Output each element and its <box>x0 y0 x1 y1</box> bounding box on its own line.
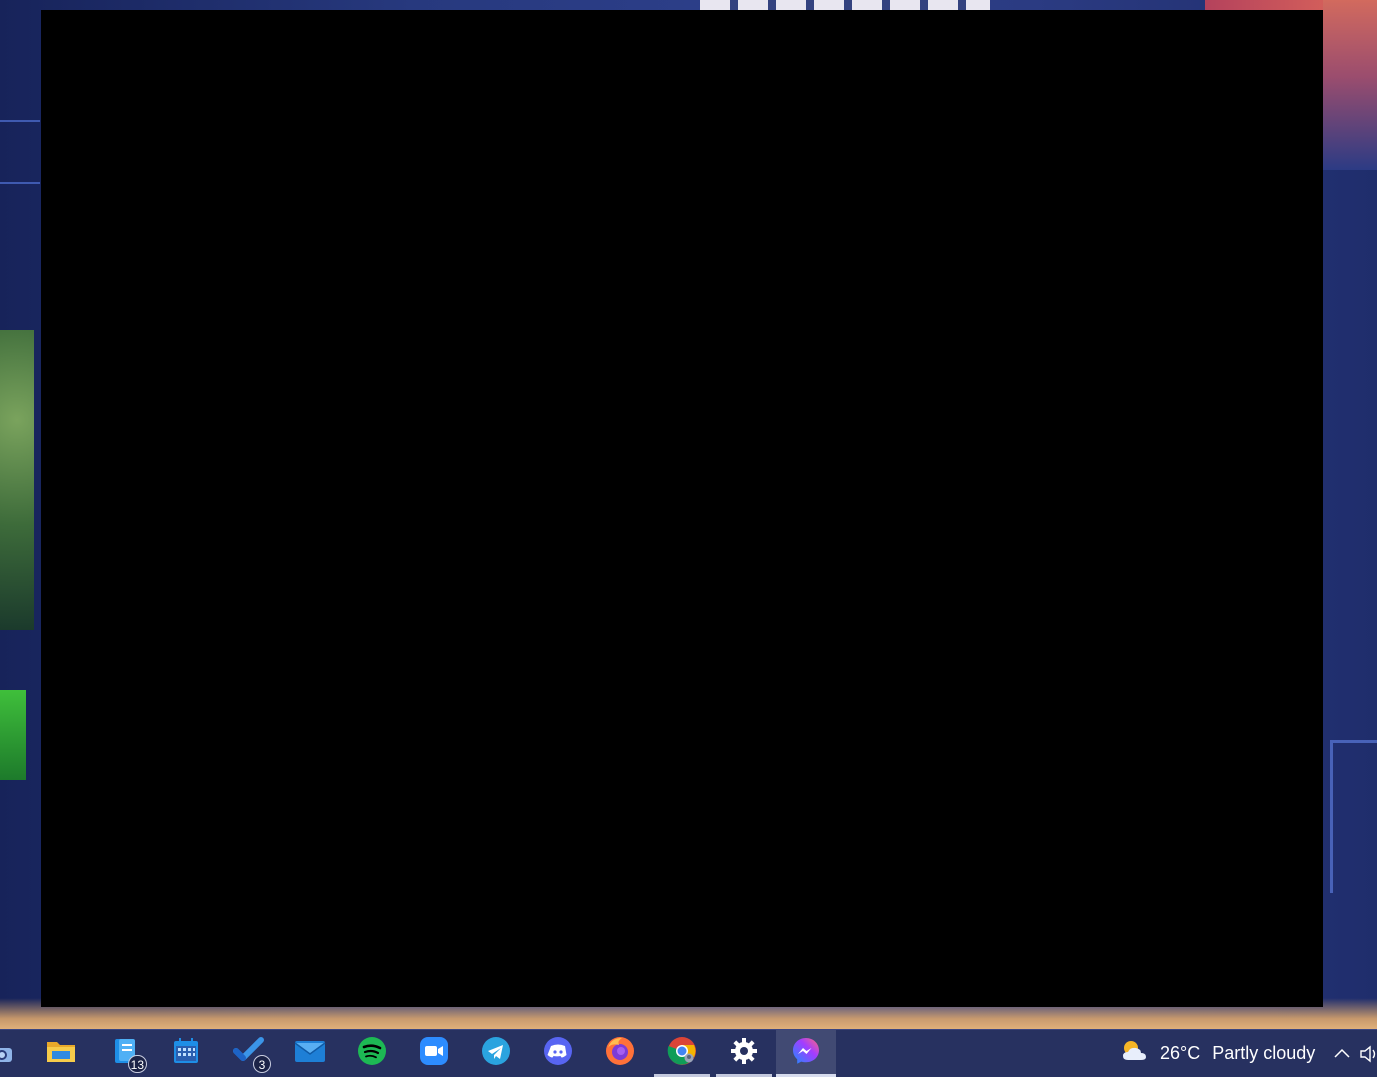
partly-cloudy-icon <box>1120 1038 1152 1069</box>
calendar-icon <box>172 1037 200 1070</box>
gear-icon <box>730 1037 758 1070</box>
wallpaper-rail-left <box>0 120 40 184</box>
taskbar-app-discord[interactable] <box>528 1030 588 1077</box>
discord-icon <box>543 1036 573 1071</box>
notes-badge: 13 <box>127 1055 147 1073</box>
chevron-up-icon <box>1334 1045 1350 1063</box>
folder-icon <box>46 1038 76 1069</box>
taskbar-app-mail[interactable] <box>280 1030 340 1077</box>
taskbar-app-messenger[interactable] <box>776 1030 836 1077</box>
wallpaper-rail-right <box>1330 740 1377 893</box>
taskbar-app-settings[interactable] <box>714 1030 774 1077</box>
taskbar-app-file-explorer[interactable] <box>31 1030 91 1077</box>
todo-badge: 3 <box>253 1055 271 1073</box>
weather-condition: Partly cloudy <box>1212 1043 1316 1063</box>
taskbar-app-camera[interactable] <box>0 1040 14 1068</box>
taskbar-app-telegram[interactable] <box>466 1030 526 1077</box>
taskbar-app-spotify[interactable] <box>342 1030 402 1077</box>
firefox-icon <box>605 1036 635 1071</box>
wallpaper-building <box>1323 0 1377 170</box>
show-hidden-icons-button[interactable] <box>1330 1042 1354 1066</box>
spotify-icon <box>357 1036 387 1071</box>
taskbar-app-notes[interactable]: 13 <box>95 1030 155 1077</box>
taskbar-app-firefox[interactable] <box>590 1030 650 1077</box>
taskbar-app-chrome[interactable] <box>652 1030 712 1077</box>
wallpaper-windows <box>700 0 990 10</box>
wallpaper-plants <box>0 330 34 630</box>
blank-app-window[interactable] <box>41 10 1323 1007</box>
taskbar-app-calendar[interactable] <box>156 1030 216 1077</box>
messenger-icon <box>791 1036 821 1071</box>
chrome-icon <box>667 1036 697 1071</box>
weather-temperature: 26°C <box>1160 1043 1201 1063</box>
weather-widget[interactable]: 26°C Partly cloudy <box>1120 1030 1315 1077</box>
taskbar-app-zoom[interactable] <box>404 1030 464 1077</box>
mail-icon <box>294 1038 326 1069</box>
taskbar: 13 3 26°C Partly cloudy <box>0 1029 1377 1077</box>
telegram-icon <box>481 1036 511 1071</box>
camera-icon <box>0 1048 14 1068</box>
wallpaper-green-sign <box>0 690 26 780</box>
speaker-icon <box>1357 1045 1377 1066</box>
taskbar-app-todo[interactable]: 3 <box>219 1030 279 1077</box>
volume-button[interactable] <box>1357 1042 1377 1066</box>
video-camera-icon <box>419 1036 449 1071</box>
